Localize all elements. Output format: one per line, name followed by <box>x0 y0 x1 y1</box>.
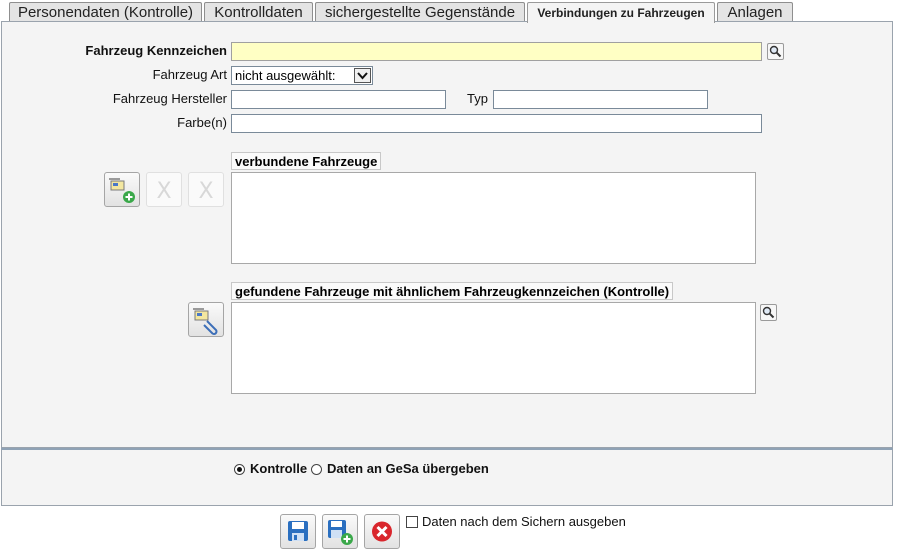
found-vehicles-caption: gefundene Fahrzeuge mit ähnlichem Fahrze… <box>231 282 674 300</box>
save-new-button[interactable] <box>322 514 358 549</box>
radio-kontrolle-label: Kontrolle <box>250 461 308 476</box>
remove-icon: X <box>156 179 172 204</box>
found-search-button[interactable] <box>760 304 777 321</box>
tab-verbindungen-fahrzeuge[interactable]: Verbindungen zu Fahrzeugen <box>527 2 715 23</box>
typ-label: Typ <box>467 91 488 106</box>
mode-panel <box>1 448 893 506</box>
connected-vehicles-caption: verbundene Fahrzeuge <box>231 152 382 170</box>
search-icon <box>769 45 782 58</box>
print-after-save-label: Daten nach dem Sichern ausgeben <box>422 514 626 529</box>
remove-all-icon: X <box>198 179 214 204</box>
connected-vehicles-list[interactable] <box>231 172 756 264</box>
hersteller-input[interactable] <box>231 90 446 109</box>
radio-selected-dot <box>237 467 242 472</box>
radio-gesa[interactable] <box>311 464 322 475</box>
cancel-button[interactable] <box>364 514 400 549</box>
radio-gesa-label: Daten an GeSa übergeben <box>327 461 489 476</box>
farbe-label: Farbe(n) <box>177 115 227 130</box>
remove-selected-button[interactable]: X <box>146 172 182 207</box>
tab-sichergestellte-gegenstaende[interactable]: sichergestellte Gegenstände <box>315 2 525 21</box>
typ-input[interactable] <box>493 90 708 109</box>
radio-kontrolle[interactable] <box>234 464 245 475</box>
search-icon <box>762 306 775 319</box>
tab-personendaten[interactable]: Personendaten (Kontrolle) <box>9 2 202 21</box>
remove-all-button[interactable]: X <box>188 172 224 207</box>
farbe-input[interactable] <box>231 114 762 133</box>
tab-kontrolldaten[interactable]: Kontrolldaten <box>204 2 313 21</box>
attach-vehicle-button[interactable] <box>188 302 224 337</box>
art-select[interactable]: nicht ausgewählt: <box>231 66 373 85</box>
add-vehicle-icon <box>109 178 135 203</box>
attach-vehicle-icon <box>193 308 218 335</box>
print-after-save-checkbox[interactable] <box>406 516 418 528</box>
hersteller-label: Fahrzeug Hersteller <box>112 91 227 106</box>
save-icon <box>288 521 308 541</box>
add-vehicle-button[interactable] <box>104 172 140 207</box>
chevron-down-icon <box>354 68 371 83</box>
kennzeichen-search-button[interactable] <box>767 43 784 60</box>
kennzeichen-label: Fahrzeug Kennzeichen <box>85 43 227 58</box>
save-button[interactable] <box>280 514 316 549</box>
found-vehicles-list[interactable] <box>231 302 756 394</box>
kennzeichen-input[interactable] <box>231 42 762 61</box>
art-selected-value: nicht ausgewählt: <box>235 68 336 83</box>
art-label: Fahrzeug Art <box>152 67 227 82</box>
cancel-icon <box>372 521 392 542</box>
tab-anlagen[interactable]: Anlagen <box>717 2 793 21</box>
save-new-icon <box>328 520 353 545</box>
